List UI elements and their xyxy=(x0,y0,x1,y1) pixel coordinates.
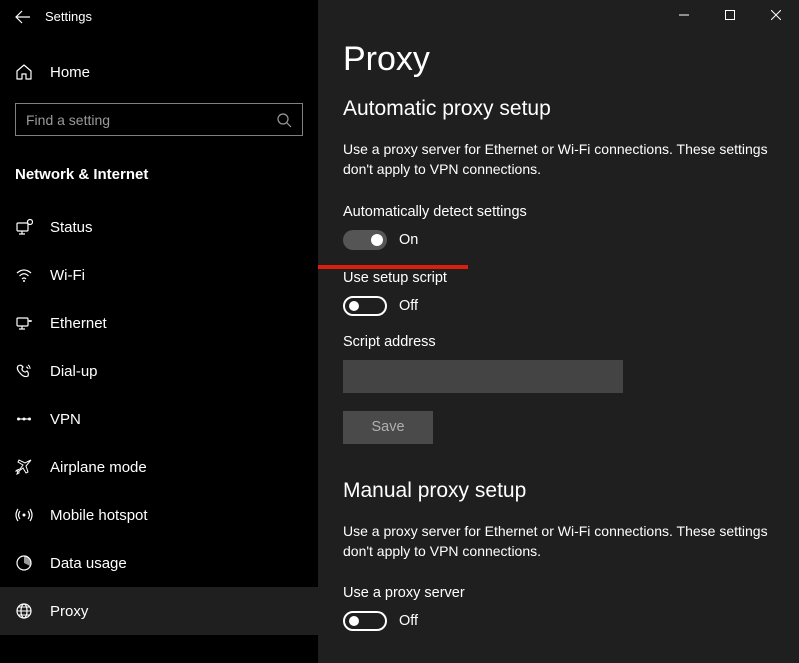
sidebar-item-datausage[interactable]: Data usage xyxy=(0,539,318,587)
section-header-auto: Automatic proxy setup xyxy=(343,97,799,121)
page-title: Proxy xyxy=(343,40,799,79)
sidebar-item-label: Data usage xyxy=(50,555,127,572)
setup-script-state: Off xyxy=(399,298,418,314)
auto-description: Use a proxy server for Ethernet or Wi-Fi… xyxy=(343,139,773,180)
sidebar-item-label: Dial-up xyxy=(50,363,98,380)
sidebar-item-label: Status xyxy=(50,219,93,236)
wifi-icon xyxy=(15,266,35,284)
sidebar-item-label: Mobile hotspot xyxy=(50,507,148,524)
main-content: Proxy Automatic proxy setup Use a proxy … xyxy=(318,0,799,663)
use-proxy-label: Use a proxy server xyxy=(343,585,799,601)
use-proxy-state: Off xyxy=(399,613,418,629)
app-title: Settings xyxy=(45,9,92,24)
close-button[interactable] xyxy=(753,0,799,30)
window-controls xyxy=(661,0,799,30)
sidebar-item-label: Proxy xyxy=(50,603,88,620)
status-icon xyxy=(15,218,35,236)
script-address-input[interactable] xyxy=(343,360,623,393)
sidebar-item-vpn[interactable]: VPN xyxy=(0,395,318,443)
sidebar-item-airplane[interactable]: Airplane mode xyxy=(0,443,318,491)
section-title: Network & Internet xyxy=(0,166,318,183)
sidebar-item-dialup[interactable]: Dial-up xyxy=(0,347,318,395)
home-label: Home xyxy=(50,64,90,81)
maximize-button[interactable] xyxy=(707,0,753,30)
manual-description: Use a proxy server for Ethernet or Wi-Fi… xyxy=(343,521,773,562)
setup-script-label: Use setup script xyxy=(343,270,799,286)
annotation-highlight xyxy=(318,265,468,269)
use-proxy-toggle[interactable] xyxy=(343,611,387,631)
auto-detect-label: Automatically detect settings xyxy=(343,204,799,220)
sidebar-item-label: Wi-Fi xyxy=(50,267,85,284)
back-arrow-icon xyxy=(15,9,31,25)
save-button[interactable]: Save xyxy=(343,411,433,444)
dialup-icon xyxy=(15,362,35,380)
sidebar-item-label: Ethernet xyxy=(50,315,107,332)
search-input[interactable] xyxy=(15,103,303,136)
ethernet-icon xyxy=(15,314,35,332)
sidebar-item-proxy[interactable]: Proxy xyxy=(0,587,318,635)
minimize-icon xyxy=(679,10,689,20)
sidebar: Settings Home Network & Internet Status … xyxy=(0,0,318,663)
auto-detect-state: On xyxy=(399,232,418,248)
vpn-icon xyxy=(15,410,35,428)
script-address-label: Script address xyxy=(343,334,799,350)
sidebar-item-home[interactable]: Home xyxy=(0,50,318,94)
sidebar-item-ethernet[interactable]: Ethernet xyxy=(0,299,318,347)
back-button[interactable] xyxy=(0,0,45,33)
home-icon xyxy=(15,63,35,81)
close-icon xyxy=(771,10,781,20)
search-icon xyxy=(276,112,292,128)
maximize-icon xyxy=(725,10,735,20)
airplane-icon xyxy=(15,458,35,476)
hotspot-icon xyxy=(15,506,35,524)
proxy-icon xyxy=(15,602,35,620)
sidebar-item-wifi[interactable]: Wi-Fi xyxy=(0,251,318,299)
nav-list: Status Wi-Fi Ethernet Dial-up VPN Airpla… xyxy=(0,203,318,635)
auto-detect-toggle[interactable] xyxy=(343,230,387,250)
minimize-button[interactable] xyxy=(661,0,707,30)
search-field[interactable] xyxy=(26,112,276,128)
sidebar-item-label: Airplane mode xyxy=(50,459,147,476)
section-header-manual: Manual proxy setup xyxy=(343,479,799,503)
setup-script-toggle[interactable] xyxy=(343,296,387,316)
sidebar-item-status[interactable]: Status xyxy=(0,203,318,251)
sidebar-item-label: VPN xyxy=(50,411,81,428)
sidebar-item-hotspot[interactable]: Mobile hotspot xyxy=(0,491,318,539)
datausage-icon xyxy=(15,554,35,572)
